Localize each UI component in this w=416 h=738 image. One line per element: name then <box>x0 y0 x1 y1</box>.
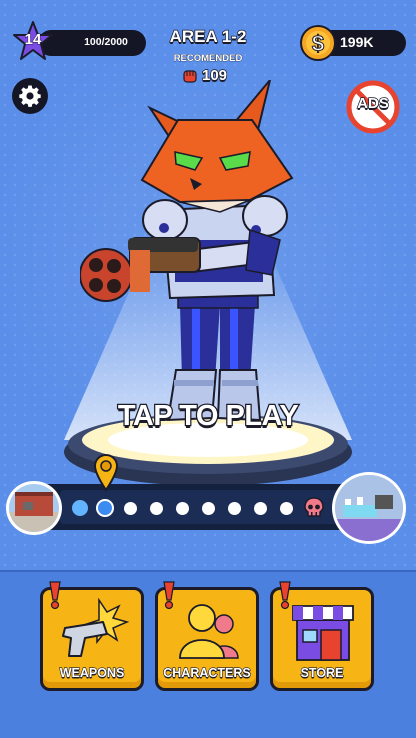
stage-dot <box>202 502 215 515</box>
recommended-power: 109 <box>178 66 248 86</box>
game-scene[interactable]: 100/2000 14 AREA 1-2 RECOMENDED 109 $ 19… <box>0 0 416 570</box>
stage-dot <box>176 502 189 515</box>
stage-dot <box>150 502 163 515</box>
fist-icon <box>183 70 197 83</box>
characters-icon <box>179 604 239 659</box>
recommended-label: RECOMENDED <box>173 53 243 65</box>
weapons-alert-icon <box>49 581 61 610</box>
characters-alert-icon <box>163 581 175 610</box>
recommended-power-value: 109 <box>201 66 228 85</box>
stage-dot <box>72 500 88 516</box>
player-level: 14 <box>24 31 42 49</box>
store-icon <box>292 605 354 661</box>
no-ads-label: ADS <box>356 94 389 113</box>
pistol-icon <box>62 598 129 657</box>
characters-label: CHARACTERS <box>163 665 252 680</box>
coin-icon: $ <box>300 25 336 61</box>
tap-to-play-prompt[interactable]: TAP TO PLAY <box>0 399 416 434</box>
fox-character <box>80 80 294 422</box>
stage-dot <box>124 502 137 515</box>
settings-button[interactable] <box>12 78 48 114</box>
svg-text:$: $ <box>312 31 324 56</box>
weapons-label: WEAPONS <box>59 665 125 680</box>
next-area-thumbnail <box>332 472 406 544</box>
map-pin-icon <box>93 454 119 492</box>
skull-icon <box>304 497 324 517</box>
store-label: STORE <box>300 665 344 680</box>
gear-icon <box>19 85 41 107</box>
xp-text: 100/2000 <box>84 36 128 48</box>
coin-amount: 199K <box>340 34 374 50</box>
store-alert-icon <box>279 581 291 610</box>
stage-dot <box>96 499 114 517</box>
stage-dot <box>228 502 241 515</box>
area-title: AREA 1-2 <box>169 26 247 47</box>
current-area-thumbnail <box>6 481 62 535</box>
stage-dot <box>254 502 267 515</box>
stage-dot <box>280 502 293 515</box>
xp-bar: 100/2000 <box>38 30 146 56</box>
